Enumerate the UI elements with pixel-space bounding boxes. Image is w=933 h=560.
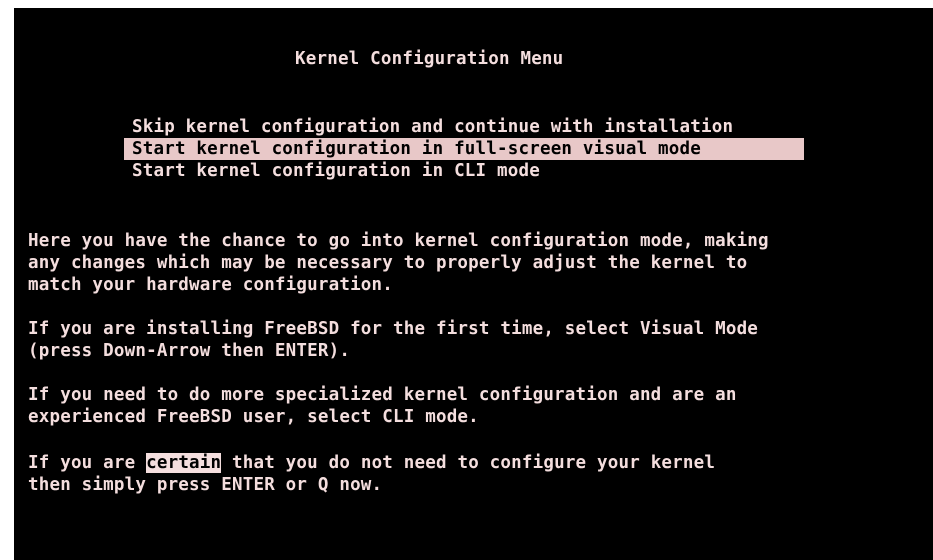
menu-item-cli-mode[interactable]: Start kernel configuration in CLI mode — [124, 160, 804, 182]
help-text-line: If you need to do more specialized kerne… — [28, 385, 737, 405]
menu-item-skip-kernel-config[interactable]: Skip kernel configuration and continue w… — [124, 116, 804, 138]
menu-item-visual-mode[interactable]: Start kernel configuration in full-scree… — [124, 138, 804, 160]
console-screen: Kernel Configuration Menu Skip kernel co… — [14, 8, 933, 560]
help-text-line: Here you have the chance to go into kern… — [28, 231, 769, 251]
help-text-line: any changes which may be necessary to pr… — [28, 253, 748, 273]
help-text-line: match your hardware configuration. — [28, 275, 394, 295]
help-text-line: If you are installing FreeBSD for the fi… — [28, 319, 759, 339]
highlighted-word-certain: certain — [146, 453, 222, 473]
help-text-line-certain: If you are certain that you do not need … — [28, 452, 715, 474]
help-text-line: (press Down-Arrow then ENTER). — [28, 341, 351, 361]
help-text-prefix: If you are — [28, 453, 147, 473]
help-text-suffix: that you do not need to configure your k… — [221, 453, 716, 473]
menu-title: Kernel Configuration Menu — [295, 49, 564, 69]
help-text-line: then simply press ENTER or Q now. — [28, 475, 383, 495]
help-text-line: experienced FreeBSD user, select CLI mod… — [28, 407, 479, 427]
